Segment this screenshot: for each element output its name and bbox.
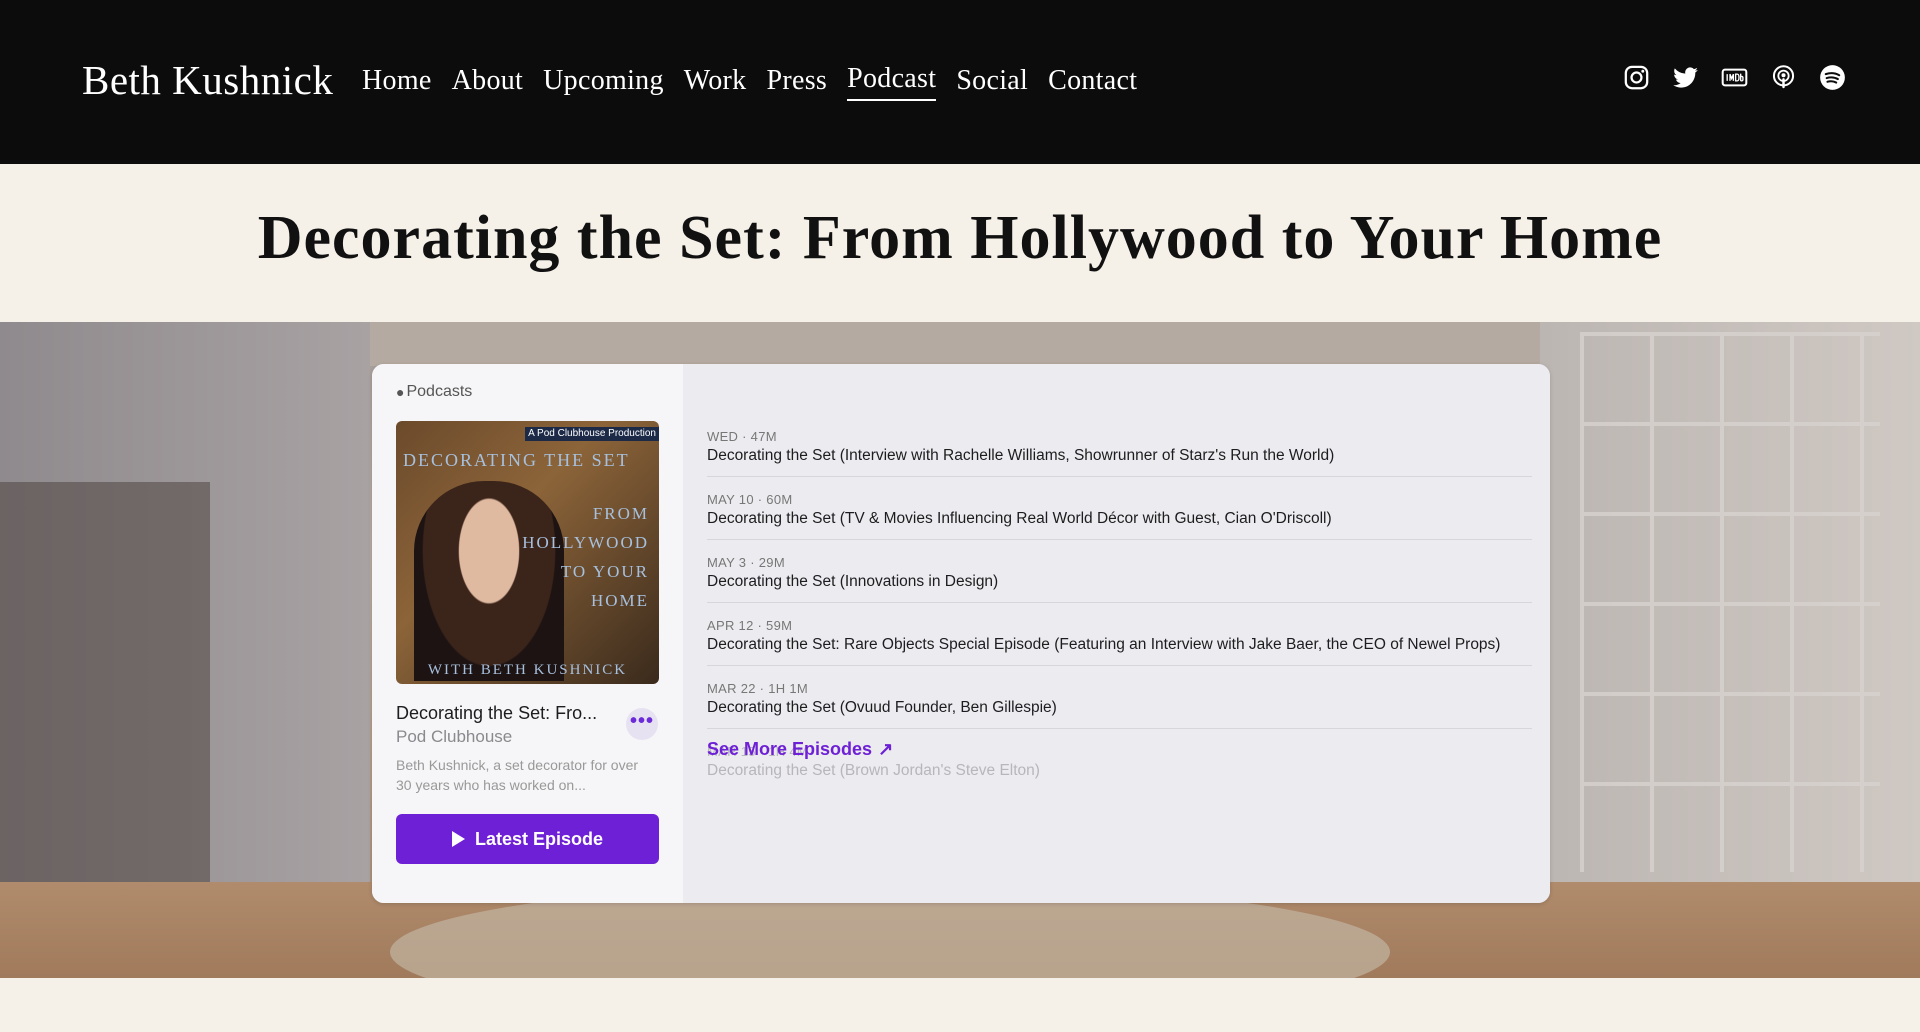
artwork-line-hollywood: HOLLYWOOD <box>522 533 649 552</box>
episode-meta: MAR 22 · 1H 1M <box>707 681 809 696</box>
artwork-subtitle: FROM HOLLYWOOD TO YOUR HOME <box>522 499 649 615</box>
episode-meta: APR 12 · 59M <box>707 618 793 633</box>
artwork-footer: WITH BETH KUSHNICK <box>427 662 628 678</box>
nav-press[interactable]: Press <box>766 61 827 101</box>
nav-contact[interactable]: Contact <box>1048 61 1137 101</box>
show-description: Beth Kushnick, a set decorator for over … <box>396 757 639 793</box>
play-icon <box>451 831 465 847</box>
episode-title: Decorating the Set (Interview with Rache… <box>707 447 1335 464</box>
episode-title: Decorating the Set (Innovations in Desig… <box>707 573 999 590</box>
page-title: Decorating the Set: From Hollywood to Yo… <box>257 204 1663 272</box>
apple-podcasts-icon[interactable] <box>1770 64 1797 91</box>
latest-episode-button[interactable]: Latest Episode <box>396 814 659 864</box>
episode-item[interactable]: MAY 3 · 29M Decorating the Set (Innovati… <box>707 550 1532 603</box>
nav-work[interactable]: Work <box>684 61 747 101</box>
see-more-episodes-link[interactable]: See More Episodes ↗ <box>707 737 893 761</box>
episode-item[interactable]: WED · 47M Decorating the Set (Interview … <box>707 424 1532 477</box>
episode-panel: WED · 47M Decorating the Set (Interview … <box>683 364 1550 903</box>
instagram-icon[interactable] <box>1623 64 1650 91</box>
background-door-panes <box>1580 332 1880 872</box>
episode-item[interactable]: MAY 10 · 60M Decorating the Set (TV & Mo… <box>707 487 1532 540</box>
episode-title: Decorating the Set (Ovuud Founder, Ben G… <box>707 699 1057 716</box>
page-footer-band <box>0 978 1920 1032</box>
twitter-icon[interactable] <box>1672 64 1699 91</box>
main-nav: Home About Upcoming Work Press Podcast S… <box>362 61 1137 101</box>
nav-upcoming[interactable]: Upcoming <box>543 61 664 101</box>
episode-title: Decorating the Set (TV & Movies Influenc… <box>707 510 1332 527</box>
brand-label: Podcasts <box>406 383 473 400</box>
site-header: Beth Kushnick Home About Upcoming Work P… <box>0 0 1920 164</box>
background-wallpaper <box>370 322 1590 366</box>
show-author[interactable]: Pod Clubhouse <box>396 726 512 748</box>
more-options-button[interactable]: ••• <box>626 708 658 740</box>
show-artwork[interactable]: A Pod Clubhouse Production DECORATING TH… <box>396 421 659 684</box>
external-arrow-icon: ↗ <box>878 739 894 759</box>
episode-item[interactable]: APR 12 · 59M Decorating the Set: Rare Ob… <box>707 613 1532 666</box>
nav-home[interactable]: Home <box>362 61 432 101</box>
see-more-label: See More Episodes <box>707 739 873 759</box>
episode-meta: WED · 47M <box>707 429 777 444</box>
show-panel: ● Podcasts A Pod Clubhouse Production DE… <box>372 364 683 903</box>
title-band: Decorating the Set: From Hollywood to Yo… <box>0 164 1920 322</box>
latest-episode-label: Latest Episode <box>474 829 604 849</box>
episode-title: Decorating the Set: Rare Objects Special… <box>707 636 1501 653</box>
podcasts-brand[interactable]: ● Podcasts <box>396 382 472 402</box>
episode-meta: MAY 10 · 60M <box>707 492 793 507</box>
artwork-line-to-your: TO YOUR <box>560 562 649 581</box>
imdb-icon[interactable] <box>1721 64 1748 91</box>
nav-social[interactable]: Social <box>956 61 1028 101</box>
podcast-embed: ● Podcasts A Pod Clubhouse Production DE… <box>372 364 1550 903</box>
artwork-title-line: DECORATING THE SET <box>403 450 630 470</box>
episode-meta: MAY 3 · 29M <box>707 555 785 570</box>
nav-about[interactable]: About <box>452 61 524 101</box>
nav-podcast[interactable]: Podcast <box>847 61 937 101</box>
social-links <box>1623 64 1846 91</box>
artwork-badge: A Pod Clubhouse Production <box>525 427 659 441</box>
spotify-icon[interactable] <box>1819 64 1846 91</box>
artwork-line-home: HOME <box>590 591 649 610</box>
site-title[interactable]: Beth Kushnick <box>82 54 333 106</box>
show-title[interactable]: Decorating the Set: Fro... <box>396 702 616 724</box>
artwork-line-from: FROM <box>592 504 649 523</box>
apple-logo-icon: ● <box>396 384 405 400</box>
episode-item[interactable]: MAR 22 · 1H 1M Decorating the Set (Ovuud… <box>707 676 1532 729</box>
episode-title: Decorating the Set (Brown Jordan's Steve… <box>707 762 1040 779</box>
